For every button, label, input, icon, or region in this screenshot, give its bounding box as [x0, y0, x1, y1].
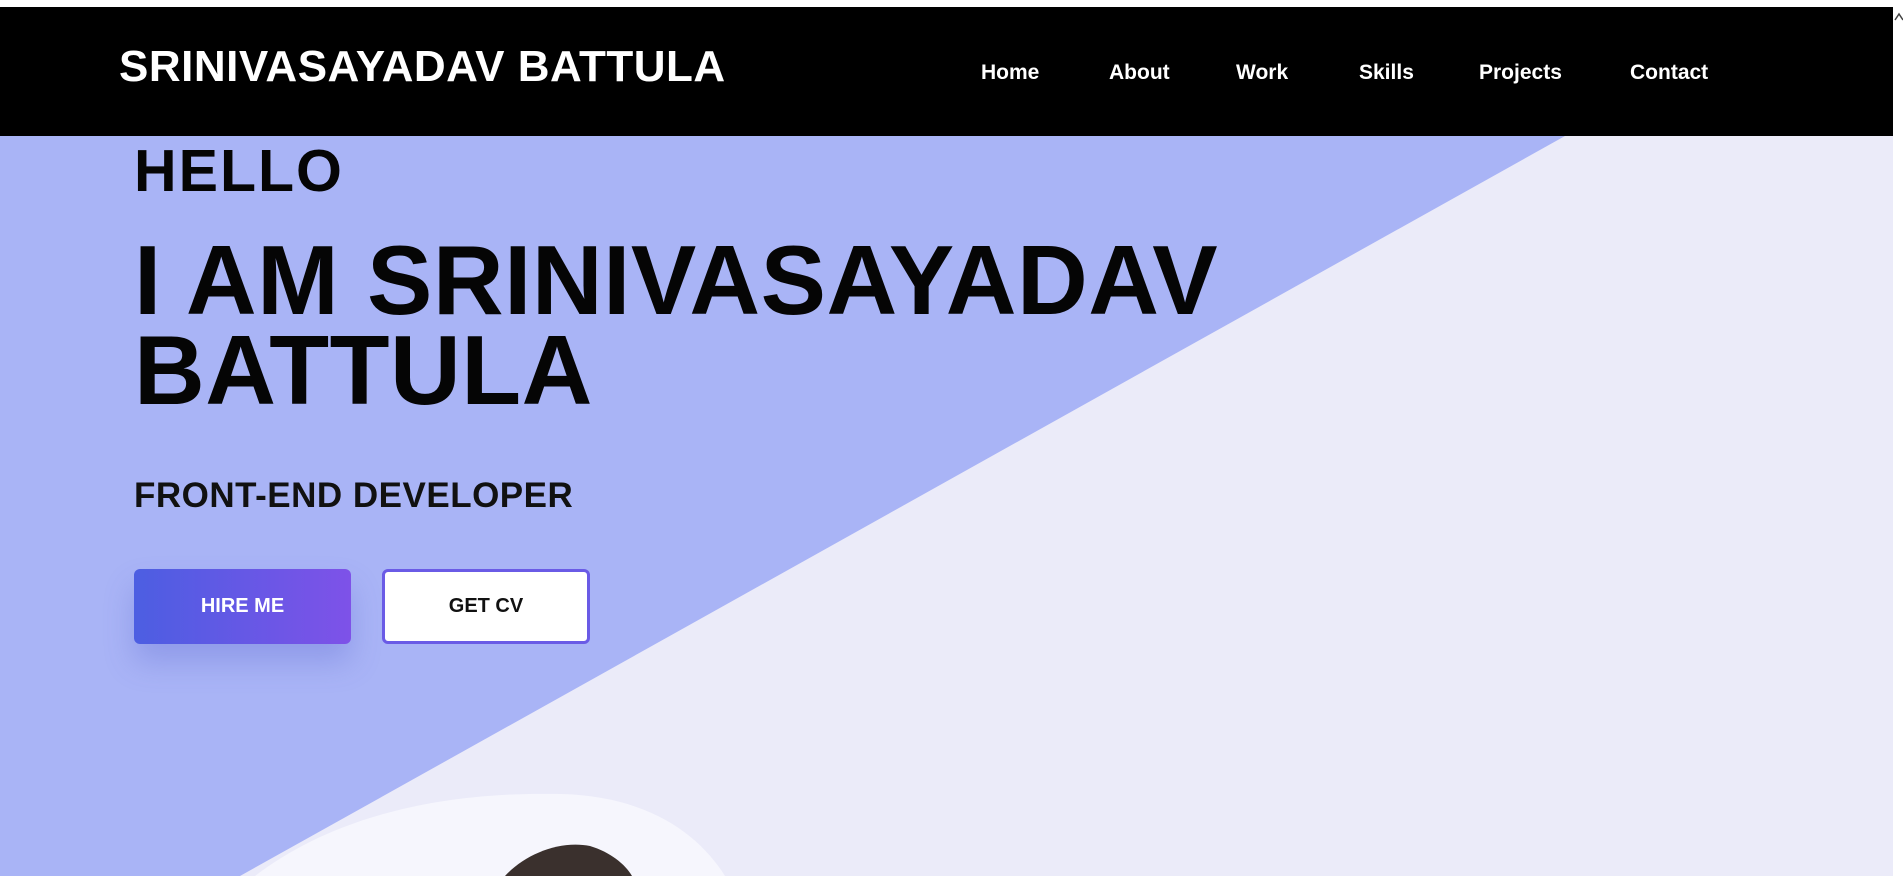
get-cv-button[interactable]: GET CV	[382, 569, 590, 644]
main-nav: Home About Work Skills Projects Contact	[0, 7, 1893, 136]
hero-role: FRONT-END DEVELOPER	[134, 476, 574, 515]
nav-about[interactable]: About	[1109, 62, 1170, 83]
window-top-edge	[0, 0, 1903, 7]
nav-work[interactable]: Work	[1236, 62, 1288, 83]
chevron-up-icon[interactable]	[1893, 10, 1903, 26]
hero-section: HELLO I AM SRINIVASAYADAV BATTULA FRONT-…	[0, 136, 1893, 876]
nav-contact[interactable]: Contact	[1630, 62, 1708, 83]
nav-projects[interactable]: Projects	[1479, 62, 1562, 83]
vertical-scrollbar[interactable]	[1893, 0, 1903, 876]
hero-greeting: HELLO	[134, 138, 344, 204]
nav-skills[interactable]: Skills	[1359, 62, 1414, 83]
nav-home[interactable]: Home	[981, 62, 1039, 83]
hire-me-button[interactable]: HIRE ME	[134, 569, 351, 644]
top-navbar: SRINIVASAYADAV BATTULA Home About Work S…	[0, 7, 1893, 136]
hero-headline: I AM SRINIVASAYADAV BATTULA	[134, 225, 1219, 425]
